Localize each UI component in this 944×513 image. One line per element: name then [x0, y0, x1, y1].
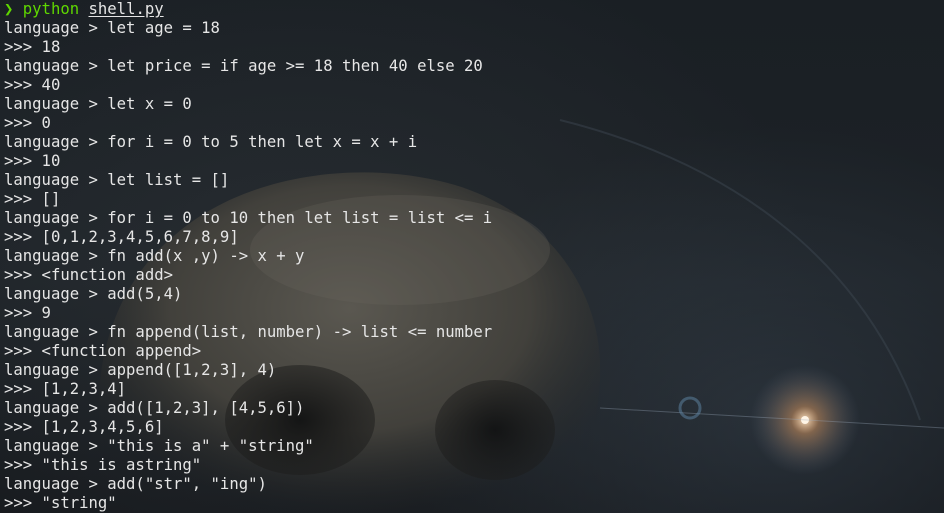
prompt-argument: shell.py [88, 0, 164, 18]
output-line: >>> <function append> [4, 342, 202, 360]
output-line: language > let list = [] [4, 171, 230, 189]
output-line: >>> "this is astring" [4, 456, 202, 474]
output-line: >>> 18 [4, 38, 61, 56]
output-line: language > fn append(list, number) -> li… [4, 323, 493, 341]
output-line: >>> 9 [4, 304, 51, 322]
output-line: >>> 10 [4, 152, 61, 170]
terminal-output: ❯ python shell.py language > let age = 1… [4, 0, 944, 513]
output-line: language > "this is a" + "string" [4, 437, 314, 455]
output-line: language > for i = 0 to 10 then let list… [4, 209, 493, 227]
shell-prompt-line: ❯ python shell.py [4, 0, 944, 19]
output-line: >>> [0,1,2,3,4,5,6,7,8,9] [4, 228, 239, 246]
prompt-arrow-icon: ❯ [4, 0, 14, 18]
output-line: >>> [] [4, 190, 61, 208]
output-line: >>> 40 [4, 76, 61, 94]
output-line: language > for i = 0 to 5 then let x = x… [4, 133, 418, 151]
output-line: language > let age = 18 [4, 19, 220, 37]
output-line: language > fn add(x ,y) -> x + y [4, 247, 305, 265]
output-line: >>> 0 [4, 114, 51, 132]
output-line: language > let x = 0 [4, 95, 192, 113]
output-line: language > add(5,4) [4, 285, 183, 303]
prompt-command: python [22, 0, 80, 18]
output-line: language > add("str", "ing") [4, 475, 267, 493]
output-line: >>> "string" [4, 494, 117, 512]
terminal-window[interactable]: ❯ python shell.py language > let age = 1… [0, 0, 944, 513]
output-line: >>> <function add> [4, 266, 173, 284]
output-line: language > add([1,2,3], [4,5,6]) [4, 399, 305, 417]
output-line: >>> [1,2,3,4] [4, 380, 127, 398]
output-line: language > let price = if age >= 18 then… [4, 57, 483, 75]
output-line: >>> [1,2,3,4,5,6] [4, 418, 164, 436]
output-line: language > append([1,2,3], 4) [4, 361, 277, 379]
